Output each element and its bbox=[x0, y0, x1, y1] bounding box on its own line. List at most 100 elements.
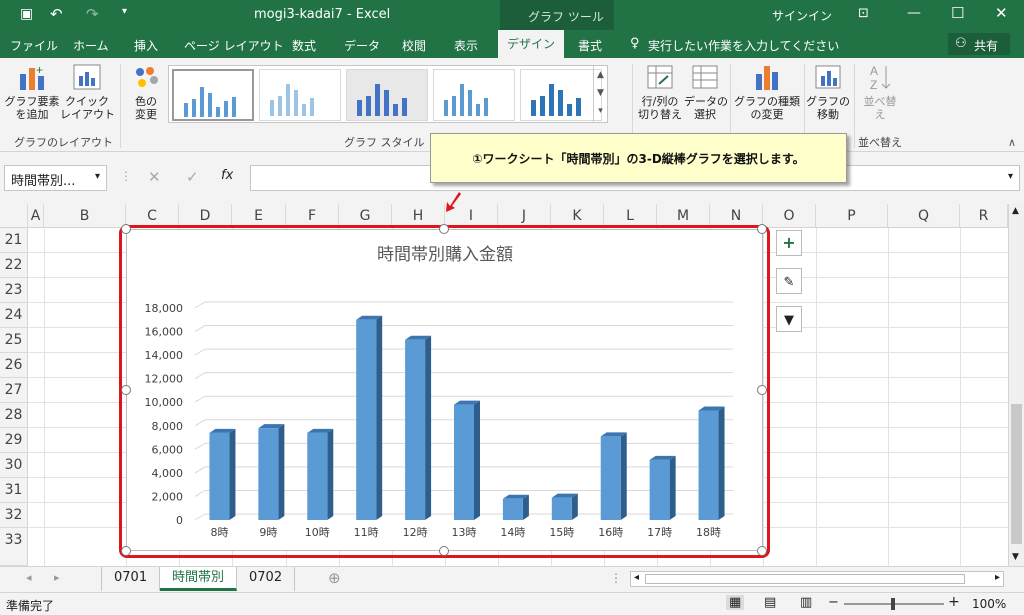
move-chart-button[interactable]: グラフの 移動 bbox=[806, 62, 850, 121]
prev-sheet-icon[interactable]: ◂ bbox=[26, 571, 32, 584]
resize-handle[interactable] bbox=[757, 224, 767, 234]
row-header[interactable]: 24 bbox=[0, 303, 28, 328]
context-tab-label: グラフ ツール bbox=[528, 10, 604, 24]
vertical-scrollbar[interactable]: ▲ ▼ bbox=[1008, 204, 1024, 566]
redo-icon[interactable]: ↷ bbox=[86, 5, 99, 23]
page-break-view-icon[interactable]: ▥ bbox=[800, 595, 812, 610]
row-header[interactable]: 28 bbox=[0, 403, 28, 428]
collapse-ribbon-icon[interactable]: ∧ bbox=[1008, 136, 1016, 149]
column-header-b[interactable]: B bbox=[44, 204, 126, 228]
column-header-p[interactable]: P bbox=[816, 204, 888, 228]
formula-expand-icon[interactable]: ▾ bbox=[1008, 171, 1013, 182]
column-header-q[interactable]: Q bbox=[888, 204, 960, 228]
sheet-tab-active[interactable]: 時間帯別 bbox=[160, 567, 238, 591]
select-all-corner[interactable] bbox=[0, 204, 28, 228]
sort-button[interactable]: AZ 並べ替 え bbox=[858, 62, 902, 121]
row-header[interactable]: 25 bbox=[0, 328, 28, 353]
next-sheet-icon[interactable]: ▸ bbox=[54, 571, 60, 584]
tab-home[interactable]: ホーム bbox=[73, 37, 109, 54]
resize-handle[interactable] bbox=[121, 224, 131, 234]
resize-handle[interactable] bbox=[439, 546, 449, 556]
formula-more-icon: ⋮ bbox=[120, 169, 132, 183]
tab-page-layout[interactable]: ページ レイアウト bbox=[184, 37, 284, 54]
name-box-dropdown-icon[interactable]: ▾ bbox=[95, 171, 100, 182]
row-header[interactable]: 29 bbox=[0, 428, 28, 453]
minimize-icon[interactable]: — bbox=[907, 5, 921, 21]
scroll-left-icon[interactable]: ◂ bbox=[634, 572, 639, 583]
chart-styles-button[interactable]: ✎ bbox=[776, 268, 802, 294]
row-header[interactable]: 27 bbox=[0, 378, 28, 403]
row-header[interactable]: 30 bbox=[0, 453, 28, 478]
tab-formulas[interactable]: 数式 bbox=[292, 37, 316, 54]
hscroll-thumb[interactable] bbox=[645, 574, 965, 584]
qat-dropdown-icon[interactable]: ▾ bbox=[122, 6, 127, 17]
chart-filters-button[interactable]: ▼ bbox=[776, 306, 802, 332]
name-box[interactable]: 時間帯別... ▾ bbox=[4, 165, 107, 191]
column-header-a[interactable]: A bbox=[28, 204, 44, 228]
scroll-up-icon[interactable]: ▲ bbox=[1012, 206, 1019, 216]
column-header-o[interactable]: O bbox=[763, 204, 816, 228]
select-data-button[interactable]: データの 選択 bbox=[684, 62, 728, 121]
zoom-in-icon[interactable]: + bbox=[948, 594, 960, 610]
cancel-icon[interactable]: ✕ bbox=[148, 168, 161, 186]
chart-style-thumb[interactable] bbox=[520, 69, 602, 121]
row-header[interactable]: 22 bbox=[0, 253, 28, 278]
add-chart-element-button[interactable]: + グラフ要素 を追加 bbox=[4, 62, 60, 121]
tab-review[interactable]: 校閲 bbox=[402, 37, 426, 54]
scroll-down-icon[interactable]: ▼ bbox=[1012, 552, 1019, 562]
tab-file[interactable]: ファイル bbox=[10, 37, 58, 54]
row-header[interactable]: 23 bbox=[0, 278, 28, 303]
tell-me-box[interactable]: 実行したい作業を入力してください bbox=[648, 37, 839, 54]
enter-icon[interactable]: ✓ bbox=[186, 168, 199, 186]
chart-style-thumb[interactable] bbox=[172, 69, 254, 121]
gallery-scroll[interactable]: ▲ ▼ ▾ bbox=[593, 66, 607, 122]
chart-style-thumb[interactable] bbox=[346, 69, 428, 121]
change-chart-type-button[interactable]: グラフの種類 の変更 bbox=[734, 62, 800, 121]
horizontal-scrollbar[interactable]: ◂ ▸ bbox=[630, 571, 1004, 587]
resize-handle[interactable] bbox=[439, 224, 449, 234]
save-icon[interactable]: ▣ bbox=[20, 6, 33, 22]
sort-az-icon: AZ bbox=[870, 64, 891, 92]
chart-elements-button[interactable]: + bbox=[776, 230, 802, 256]
tab-data[interactable]: データ bbox=[344, 37, 380, 54]
sheet-tab-0701[interactable]: 0701 bbox=[101, 567, 161, 591]
chart-style-thumb[interactable] bbox=[433, 69, 515, 121]
tab-insert[interactable]: 挿入 bbox=[134, 37, 158, 54]
chart-styles-gallery[interactable]: ▲ ▼ ▾ bbox=[168, 65, 608, 123]
resize-handle[interactable] bbox=[121, 385, 131, 395]
switch-row-column-button[interactable]: 行/列の 切り替え bbox=[636, 62, 684, 121]
row-header[interactable]: 31 bbox=[0, 478, 28, 503]
share-button[interactable]: ⚇ 共有 bbox=[948, 33, 1010, 55]
chart-style-thumb[interactable] bbox=[259, 69, 341, 121]
splitter-icon[interactable]: ⋮ bbox=[610, 571, 622, 585]
move-chart-label: グラフの 移動 bbox=[806, 95, 850, 121]
quick-layout-button[interactable]: クイック レイアウト bbox=[60, 62, 115, 121]
close-icon[interactable]: ✕ bbox=[995, 4, 1008, 22]
normal-view-icon[interactable]: ▦ bbox=[726, 595, 745, 610]
row-header[interactable]: 33 bbox=[0, 528, 28, 566]
scroll-right-icon[interactable]: ▸ bbox=[995, 572, 1000, 583]
column-header-r[interactable]: R bbox=[960, 204, 1008, 228]
ribbon-display-icon[interactable]: ⊡ bbox=[858, 6, 869, 21]
zoom-slider-thumb[interactable] bbox=[891, 598, 895, 610]
scroll-thumb[interactable] bbox=[1011, 404, 1022, 544]
tab-view[interactable]: 表示 bbox=[454, 37, 478, 54]
zoom-out-icon[interactable]: − bbox=[828, 595, 839, 610]
maximize-icon[interactable]: ☐ bbox=[951, 4, 964, 22]
change-colors-button[interactable]: 色の 変更 bbox=[124, 62, 168, 121]
row-header[interactable]: 32 bbox=[0, 503, 28, 528]
row-header[interactable]: 21 bbox=[0, 228, 28, 253]
sheet-tab-0702[interactable]: 0702 bbox=[237, 567, 296, 591]
row-header[interactable]: 26 bbox=[0, 353, 28, 378]
fx-icon[interactable]: fx bbox=[221, 168, 233, 183]
tab-design[interactable]: デザイン bbox=[498, 30, 564, 58]
add-sheet-icon[interactable]: ⊕ bbox=[328, 569, 341, 587]
undo-icon[interactable]: ↶ bbox=[50, 5, 63, 23]
page-layout-view-icon[interactable]: ▤ bbox=[764, 595, 776, 610]
zoom-level[interactable]: 100% bbox=[972, 597, 1006, 611]
signin-link[interactable]: サインイン bbox=[772, 7, 832, 24]
resize-handle[interactable] bbox=[121, 546, 131, 556]
resize-handle[interactable] bbox=[757, 385, 767, 395]
resize-handle[interactable] bbox=[757, 546, 767, 556]
tab-format[interactable]: 書式 bbox=[578, 37, 602, 54]
